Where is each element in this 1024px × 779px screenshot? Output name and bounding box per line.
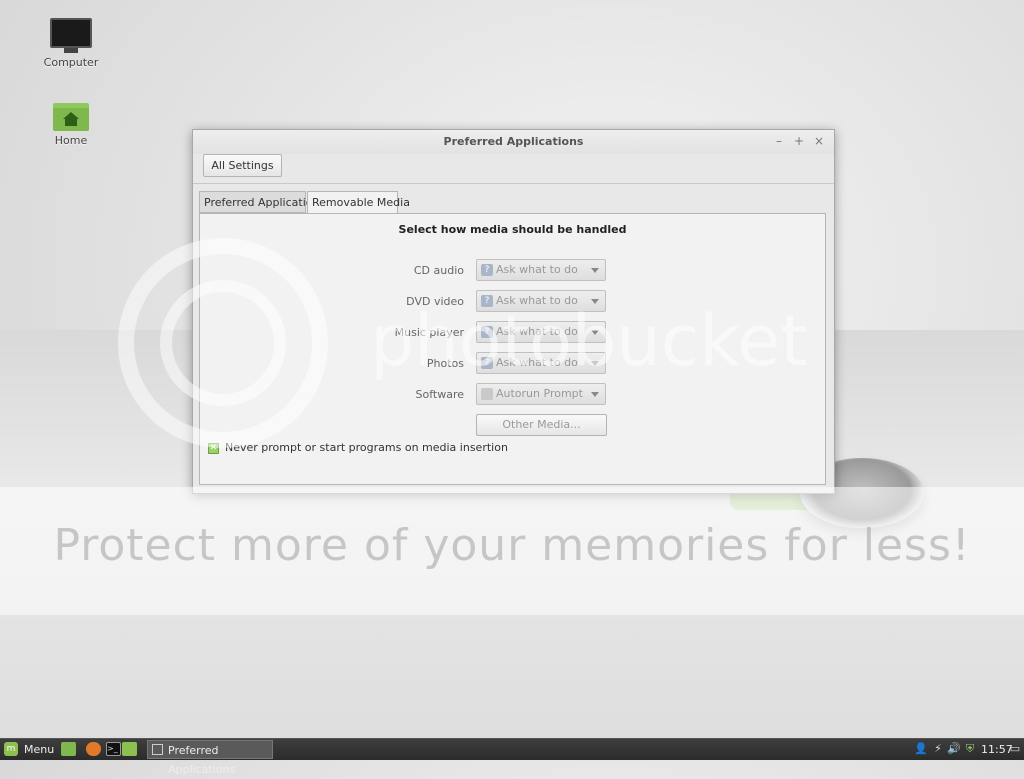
- cd-audio-select[interactable]: ? Ask what to do: [476, 259, 606, 281]
- window-title: Preferred Applications: [443, 135, 584, 148]
- never-prompt-label[interactable]: Never prompt or start programs on media …: [225, 441, 508, 454]
- show-desktop-icon[interactable]: [61, 742, 76, 756]
- taskbar: m Menu >_ Preferred Applications 👤 ⚡ 🔊 ⛨…: [0, 738, 1024, 776]
- window-icon: [152, 744, 163, 755]
- maximize-button[interactable]: +: [792, 134, 806, 148]
- task-preferred-applications[interactable]: Preferred Applications: [147, 740, 273, 776]
- chevron-down-icon: [591, 392, 599, 397]
- desktop-icon-home[interactable]: Home: [31, 103, 111, 147]
- user-icon[interactable]: 👤: [914, 742, 928, 756]
- tab-preferred-applications[interactable]: Preferred Applications: [199, 191, 325, 213]
- files-icon[interactable]: [122, 742, 137, 756]
- network-icon[interactable]: ⚡: [931, 742, 945, 756]
- watermark-brand: photobucket: [370, 300, 808, 382]
- menu-button[interactable]: Menu: [24, 741, 54, 758]
- computer-icon: [50, 18, 92, 48]
- software-label: Software: [415, 388, 465, 401]
- autorun-icon: [481, 388, 493, 400]
- volume-icon[interactable]: 🔊: [947, 742, 961, 756]
- cd-audio-label: CD audio: [413, 264, 464, 277]
- tab-removable-media[interactable]: Removable Media: [307, 191, 410, 214]
- desktop-icon-label: Home: [54, 134, 88, 147]
- watermark-ring-inner: [160, 280, 286, 406]
- desktop-icon-computer[interactable]: Computer: [31, 18, 111, 69]
- close-button[interactable]: ×: [812, 134, 826, 148]
- watermark-tagline: Protect more of your memories for less!: [53, 520, 971, 571]
- window-titlebar[interactable]: Preferred Applications – + ×: [193, 130, 834, 154]
- chevron-down-icon: [591, 268, 599, 273]
- section-heading: Select how media should be handled: [398, 223, 627, 236]
- software-select[interactable]: Autorun Prompt: [476, 383, 606, 405]
- terminal-icon[interactable]: >_: [106, 742, 121, 756]
- shield-icon[interactable]: ⛨: [963, 742, 977, 756]
- minimize-button[interactable]: –: [772, 134, 786, 148]
- home-folder-icon: [53, 103, 89, 131]
- firefox-icon[interactable]: [86, 742, 101, 756]
- all-settings-button[interactable]: All Settings: [203, 154, 282, 177]
- mint-menu-icon[interactable]: m: [4, 742, 18, 756]
- question-icon: ?: [481, 264, 493, 276]
- window-toolbar: All Settings: [193, 154, 834, 184]
- desktop-icon-label: Computer: [43, 56, 99, 69]
- other-media-button[interactable]: Other Media...: [476, 414, 607, 436]
- display-icon[interactable]: ▭: [1008, 742, 1022, 756]
